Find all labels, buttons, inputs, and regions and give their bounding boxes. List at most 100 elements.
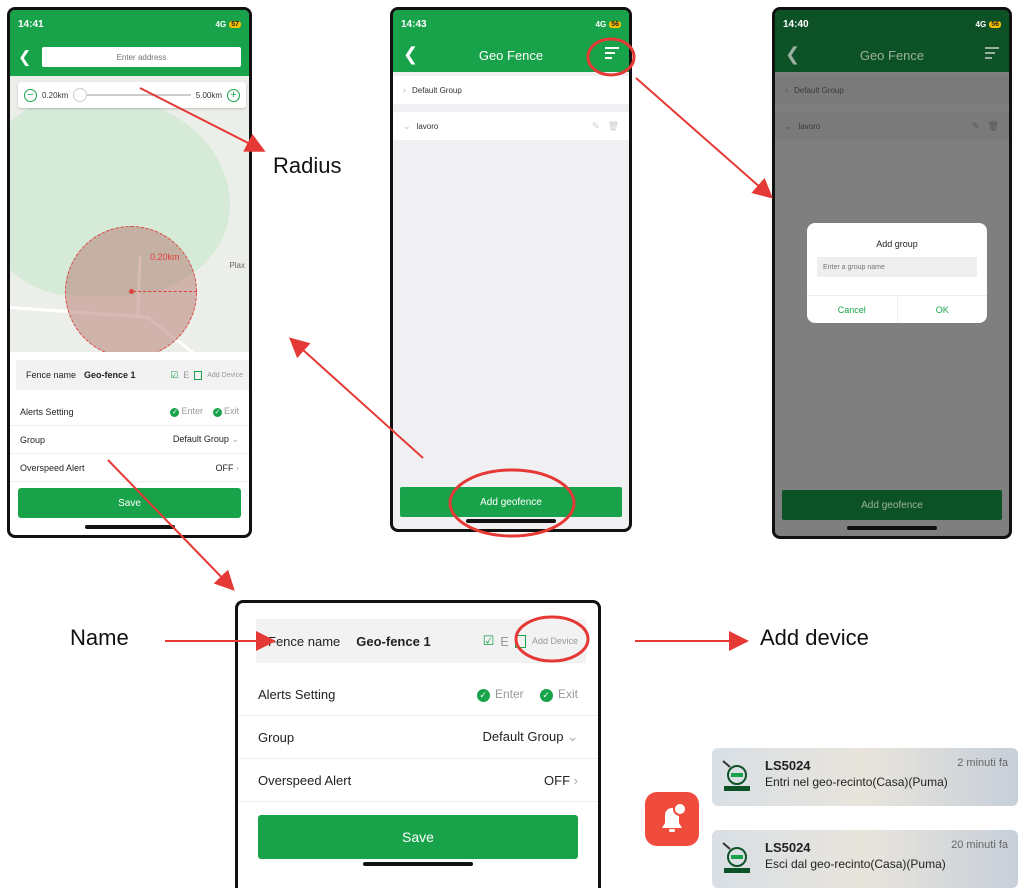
notification-time: 2 minuti fa [957, 757, 1008, 769]
notification-card[interactable]: LS5024 20 minuti fa Esci dal geo-recinto… [712, 830, 1018, 888]
add-group-menu-icon [985, 47, 999, 61]
group-row[interactable]: Group Default Group ⌄ [10, 426, 249, 454]
edit-icon: ✎ [972, 120, 980, 131]
notification-title: LS5024 [765, 840, 811, 855]
signal-label: 4G [215, 19, 227, 29]
map-place-label: Plax [229, 261, 245, 270]
group-item-lavoro[interactable]: ⌄ lavoro ✎ 🗑 [393, 112, 629, 140]
enter-toggle[interactable]: ✓ Enter [170, 406, 203, 417]
arrow-add-group [635, 77, 774, 199]
group-label: Group [20, 434, 46, 445]
overspeed-value: OFF [215, 462, 234, 473]
nav-bar: ❮ Geo Fence [393, 38, 629, 72]
overspeed-row[interactable]: Overspeed Alert OFF › [10, 454, 249, 482]
add-geofence-button: Add geofence [782, 490, 1002, 520]
fence-name-label: Fence name [26, 370, 77, 380]
home-indicator [466, 519, 556, 523]
add-group-menu-icon[interactable] [605, 47, 619, 61]
notification-message: Esci dal geo-recinto(Casa)(Puma) [765, 857, 946, 871]
page-title: Geo Fence [478, 47, 544, 63]
notification-card[interactable]: LS5024 2 minuti fa Entri nel geo-recinto… [712, 748, 1018, 806]
home-indicator [84, 525, 175, 529]
device-icon[interactable] [194, 370, 203, 380]
check-icon: ✓ [539, 688, 553, 702]
alerts-label: Alerts Setting [20, 406, 74, 417]
fence-name-row[interactable]: Fence name Geo-fence 1 ☑ E Add Device [16, 360, 249, 390]
check-icon: ✓ [170, 408, 180, 417]
chevron-right-icon: › [403, 85, 406, 95]
map-view[interactable]: 0.20km Plax − 0.20km 5.00km + [10, 76, 249, 352]
back-icon[interactable]: ❮ [403, 44, 418, 64]
battery-level: 56 [989, 20, 1001, 28]
group-name-input[interactable] [817, 257, 977, 277]
bell-icon [662, 802, 687, 832]
alerts-setting-row: Alerts Setting ✓ Enter ✓ Exit [10, 398, 249, 426]
overspeed-row[interactable]: Overspeed Alert OFF › [238, 759, 598, 802]
home-indicator [363, 862, 473, 866]
chevron-down-icon: ⌄ [231, 434, 239, 444]
add-group-dialog: Add group Cancel OK [807, 223, 987, 323]
status-bar: 14:43 4G 56 [393, 10, 629, 38]
slider-knob[interactable] [73, 88, 88, 102]
exit-toggle[interactable]: ✓ Exit [539, 687, 578, 702]
chevron-right-icon: › [573, 772, 578, 788]
overspeed-label: Overspeed Alert [258, 772, 352, 788]
slider-track[interactable] [73, 88, 191, 102]
device-icon[interactable] [514, 634, 526, 648]
annotation-radius: Radius [273, 153, 342, 178]
status-time: 14:40 [783, 18, 809, 30]
page-title: Geo Fence [859, 47, 925, 63]
tracker-logo-icon [722, 760, 750, 791]
trash-icon[interactable]: 🗑 [608, 121, 619, 132]
chevron-right-icon: › [785, 85, 788, 95]
edit-letter: E [183, 370, 190, 380]
status-bar: 14:40 4G 56 [775, 10, 1009, 38]
radius-label: 0.20km [150, 252, 180, 262]
annotation-name: Name [70, 625, 129, 650]
fence-name-label: Fence name [268, 633, 341, 649]
fence-name-value[interactable]: Geo-fence 1 [356, 634, 430, 649]
check-icon: ✓ [476, 688, 490, 702]
ok-button[interactable]: OK [898, 296, 988, 323]
group-row[interactable]: Group Default Group ⌄ [238, 716, 598, 759]
enter-toggle[interactable]: ✓ Enter [476, 687, 524, 702]
save-button[interactable]: Save [18, 488, 241, 518]
group-value: Default Group [172, 434, 229, 444]
alerts-label: Alerts Setting [258, 686, 336, 702]
overspeed-value: OFF [544, 772, 571, 788]
chevron-right-icon: › [236, 462, 239, 473]
plus-icon[interactable]: + [227, 88, 240, 102]
exit-toggle[interactable]: ✓ Exit [212, 406, 239, 417]
signal-label: 4G [595, 19, 607, 29]
group-item-lavoro: ⌄ lavoro ✎ 🗑 [775, 112, 1009, 140]
edit-icon[interactable]: ✎ [592, 121, 600, 132]
radius-slider: − 0.20km 5.00km + [18, 82, 246, 108]
tracker-logo-icon [722, 842, 750, 873]
edit-icon[interactable]: ☑ [170, 370, 178, 381]
group-item-default: › Default Group [775, 76, 1009, 104]
cancel-button[interactable]: Cancel [807, 296, 898, 323]
add-device-link[interactable]: Add Device [532, 636, 578, 646]
fence-name-value[interactable]: Geo-fence 1 [84, 370, 136, 380]
radius-line [133, 291, 197, 292]
nav-bar: ❮ Geo Fence [775, 38, 1009, 72]
save-button[interactable]: Save [258, 815, 578, 859]
notification-time: 20 minuti fa [951, 839, 1008, 851]
trash-icon: 🗑 [987, 120, 999, 131]
minus-icon[interactable]: − [24, 88, 37, 102]
add-geofence-button[interactable]: Add geofence [400, 487, 622, 517]
group-label: Group [258, 729, 295, 745]
battery-level: 57 [229, 20, 241, 28]
back-icon[interactable]: ❮ [18, 47, 34, 67]
address-input[interactable] [42, 47, 241, 67]
group-item-default[interactable]: › Default Group [393, 76, 629, 104]
add-device-link[interactable]: Add Device [207, 372, 243, 379]
phone-geofence-list: 14:43 4G 56 ❮ Geo Fence › Default Group … [390, 7, 632, 532]
battery-level: 56 [609, 20, 621, 28]
back-icon: ❮ [785, 44, 801, 64]
fence-name-row[interactable]: Fence name Geo-fence 1 ☑ E Add Device [256, 619, 586, 663]
radius-min: 0.20km [42, 90, 69, 100]
edit-icon[interactable]: ☑ [483, 633, 495, 649]
annotation-add-device: Add device [760, 625, 869, 650]
notification-message: Entri nel geo-recinto(Casa)(Puma) [765, 775, 948, 789]
